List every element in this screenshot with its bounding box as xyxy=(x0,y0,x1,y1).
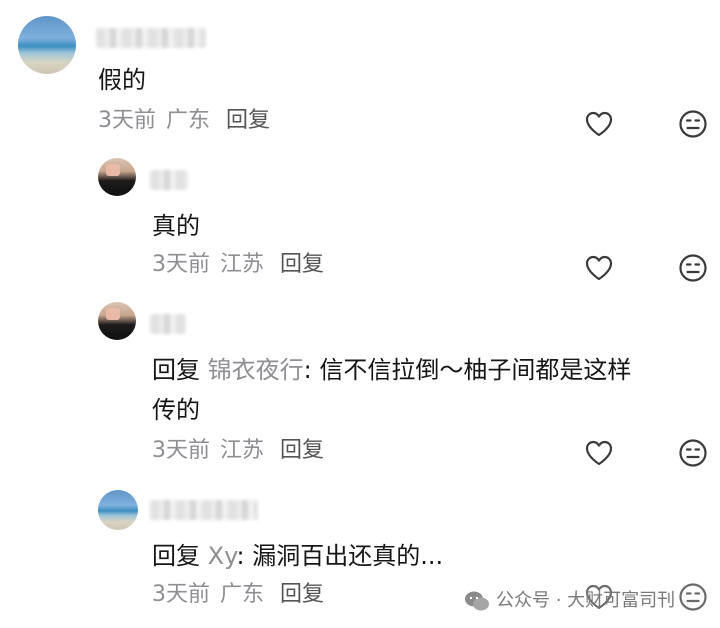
username-blurred[interactable] xyxy=(150,170,188,190)
neutral-face-icon[interactable] xyxy=(677,108,709,140)
comment-location: 广东 xyxy=(166,108,211,133)
comment-location: 广东 xyxy=(220,582,265,607)
watermark: 公众号 · 大财可富司刊 xyxy=(464,586,675,612)
reply-button[interactable]: 回复 xyxy=(280,438,324,463)
comment-text: 回复 Xy: 漏洞百出还真的... xyxy=(152,536,443,576)
comment-location: 江苏 xyxy=(220,252,265,277)
neutral-face-icon[interactable] xyxy=(677,581,709,613)
watermark-text: 公众号 · 大财可富司刊 xyxy=(496,590,676,611)
avatar[interactable] xyxy=(98,158,136,196)
reply-button[interactable]: 回复 xyxy=(280,252,324,277)
mention-username[interactable]: 锦衣夜行 xyxy=(208,356,304,384)
neutral-face-icon[interactable] xyxy=(677,437,709,469)
comment-body-line2: 传的 xyxy=(152,396,200,424)
neutral-face-icon[interactable] xyxy=(677,252,709,284)
reply-button[interactable]: 回复 xyxy=(226,108,270,133)
comment-time: 3天前 xyxy=(152,582,210,607)
avatar[interactable] xyxy=(98,490,138,530)
comment-meta: 3天前 广东 回复 xyxy=(98,106,270,136)
comment-location: 江苏 xyxy=(220,438,265,463)
heart-outline-icon[interactable] xyxy=(583,108,615,140)
heart-outline-icon[interactable] xyxy=(583,437,615,469)
comment-meta: 3天前 江苏 回复 xyxy=(152,436,324,466)
comment-time: 3天前 xyxy=(152,438,210,463)
reply-prefix: 回复 xyxy=(152,542,200,570)
comment-text: 回复 锦衣夜行: 信不信拉倒～柚子间都是这样 传的 xyxy=(152,350,712,430)
comment-meta: 3天前 广东 回复 xyxy=(152,580,324,610)
comment-time: 3天前 xyxy=(152,252,210,277)
reply-prefix: 回复 xyxy=(152,356,200,384)
comment-meta: 3天前 江苏 回复 xyxy=(152,250,324,280)
username-blurred[interactable] xyxy=(96,28,206,48)
comment-body-line1: : 漏洞百出还真的... xyxy=(236,542,444,570)
comment-time: 3天前 xyxy=(98,108,156,133)
mention-username[interactable]: Xy xyxy=(208,542,237,570)
comment-text: 真的 xyxy=(152,212,200,240)
comment-body-line1: : 信不信拉倒～柚子间都是这样 xyxy=(303,356,632,384)
comment-text: 假的 xyxy=(98,66,146,94)
username-blurred[interactable] xyxy=(150,314,186,334)
reply-button[interactable]: 回复 xyxy=(280,582,324,607)
avatar[interactable] xyxy=(98,302,136,340)
wechat-icon xyxy=(465,591,489,611)
avatar[interactable] xyxy=(18,16,76,74)
heart-outline-icon[interactable] xyxy=(583,252,615,284)
username-blurred[interactable] xyxy=(150,500,258,520)
